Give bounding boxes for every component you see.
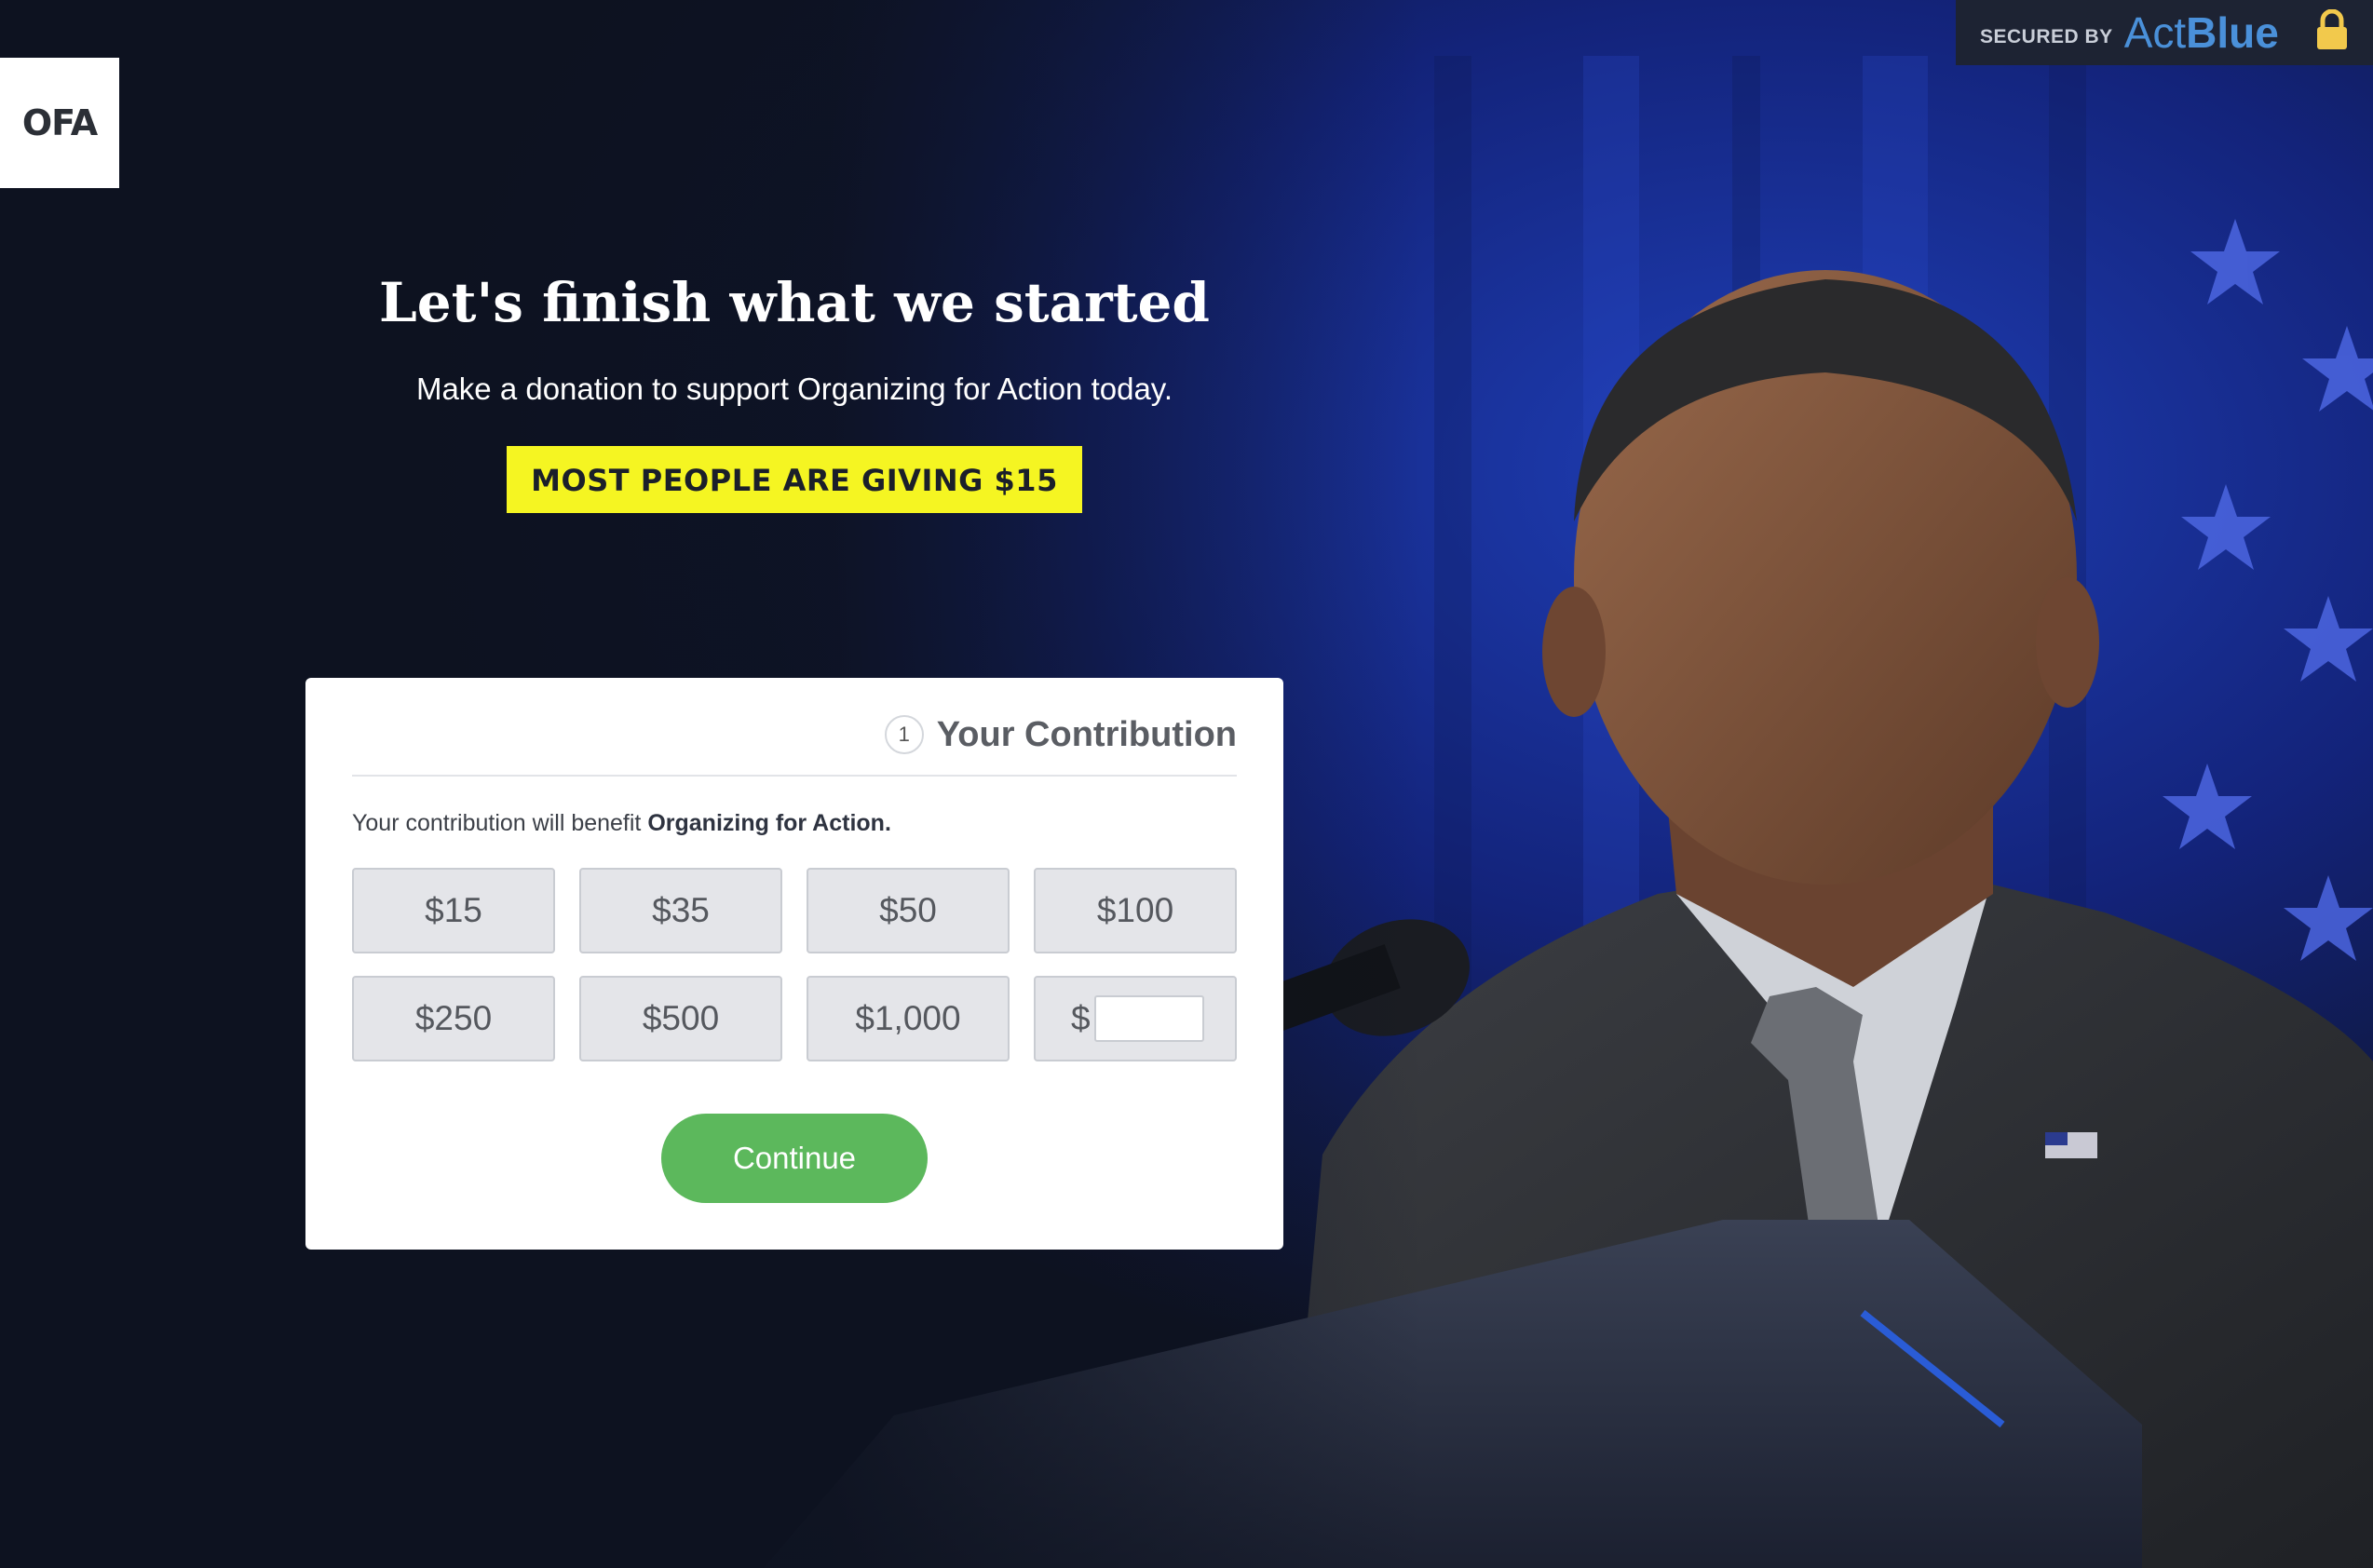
benefit-text: Your contribution will benefit Organizin… [352,810,891,837]
amount-button-250[interactable]: $250 [352,976,555,1061]
actblue-blue: Blue [2186,8,2279,57]
ofa-logo[interactable]: OFA [0,58,119,188]
amount-grid: $15 $35 $50 $100 $250 $500 $1,000 $ [352,868,1237,1061]
benefit-org: Organizing for Action. [647,810,891,836]
contribution-card: 1 Your Contribution Your contribution wi… [305,678,1283,1250]
lock-icon [2317,9,2347,49]
step-number-badge: 1 [884,715,924,754]
other-amount-currency: $ [1071,999,1091,1037]
amount-button-500[interactable]: $500 [579,976,782,1061]
amount-button-35[interactable]: $35 [579,868,782,953]
logo-text: OFA [21,102,98,143]
contribution-header: 1 Your Contribution [352,713,1237,777]
hero-text: Let's finish what we started Make a dona… [279,265,1309,513]
actblue-logo: ActBlue [2124,11,2279,54]
benefit-prefix: Your contribution will benefit [352,810,648,836]
other-amount-input[interactable] [1093,995,1204,1042]
actblue-act: Act [2123,8,2187,57]
secured-by-label: SECURED BY [1980,26,2113,47]
amount-button-100[interactable]: $100 [1034,868,1237,953]
most-people-banner: MOST PEOPLE ARE GIVING $15 [507,446,1082,513]
amount-button-15[interactable]: $15 [352,868,555,953]
page-subtitle: Make a donation to support Organizing fo… [415,372,1173,406]
donation-page: OFA SECURED BY ActBlue Let's finish what… [0,0,2373,1568]
amount-button-50[interactable]: $50 [807,868,1010,953]
page-title: Let's finish what we started [379,271,1210,334]
amount-button-1000[interactable]: $1,000 [807,976,1010,1061]
secured-by-actblue: SECURED BY ActBlue [1956,0,2373,65]
contribution-title: Your Contribution [936,715,1237,754]
continue-button[interactable]: Continue [661,1114,928,1203]
other-amount: $ [1034,976,1237,1061]
